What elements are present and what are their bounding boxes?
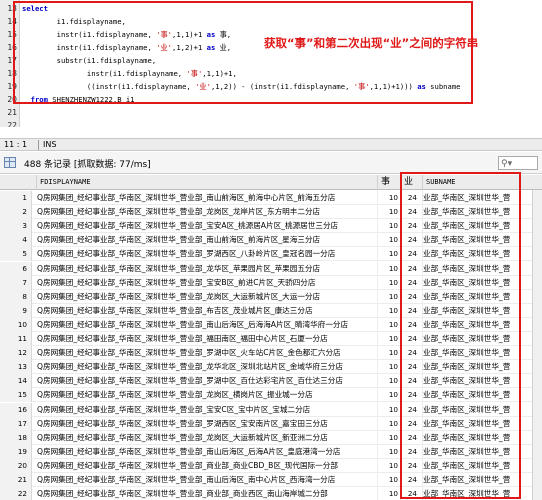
row-number-cell[interactable]: 17	[0, 416, 32, 431]
fdisplayname-cell[interactable]: Q房网集团_经纪事业部_华南区_深圳世华_营业部_布吉区_茂业城片区_康达三分店	[37, 304, 375, 318]
search-icon: ⚲▾	[501, 159, 513, 169]
shi-position-cell[interactable]: 10	[378, 205, 400, 219]
shi-position-cell[interactable]: 10	[378, 360, 400, 374]
fdisplayname-cell[interactable]: Q房网集团_经纪事业部_华南区_深圳世华_营业部_龙岗区_龙岸片区_东方明丰二分…	[37, 205, 375, 219]
header-corner	[0, 175, 37, 190]
line-number: 21	[7, 108, 17, 117]
shi-position-cell[interactable]: 10	[378, 417, 400, 431]
cursor-position: 11 : 1	[4, 140, 28, 149]
shi-position-cell[interactable]: 10	[378, 233, 400, 247]
row-number-cell[interactable]: 6	[0, 261, 32, 276]
shi-position-cell[interactable]: 10	[378, 374, 400, 388]
row-number-cell[interactable]: 19	[0, 444, 32, 459]
fdisplayname-cell[interactable]: Q房网集团_经纪事业部_华南区_深圳世华_营业部_南山后海区_后海海A片区_睛湾…	[37, 318, 375, 332]
shi-position-cell[interactable]: 10	[378, 304, 400, 318]
highlight-box-columns	[400, 172, 521, 499]
fdisplayname-cell[interactable]: Q房网集团_经纪事业部_华南区_深圳世华_营业部_龙岗区_大运新城片区_大运一分…	[37, 290, 375, 304]
shi-position-cell[interactable]: 10	[378, 332, 400, 346]
row-number-cell[interactable]: 14	[0, 374, 32, 389]
fdisplayname-cell[interactable]: Q房网集团_经纪事业部_华南区_深圳世华_营业部_福田南区_福田中心片区_石厦一…	[37, 332, 375, 346]
row-number-cell[interactable]: 21	[0, 473, 32, 488]
row-number-cell[interactable]: 18	[0, 430, 32, 445]
editor-status-bar: 11 : 1 INS	[0, 138, 542, 151]
fdisplayname-cell[interactable]: Q房网集团_经纪事业部_华南区_深圳世华_营业部_宝安A区_桃源居A片区_桃源居…	[37, 219, 375, 233]
row-number-cell[interactable]: 12	[0, 346, 32, 361]
fdisplayname-cell[interactable]: Q房网集团_经纪事业部_华南区_深圳世华_营业部_南山前海区_前海片区_星海三分…	[37, 233, 375, 247]
fdisplayname-cell[interactable]: Q房网集团_经纪事业部_华南区_深圳世华_营业部_龙华区_苹果园片区_苹果园五分…	[37, 262, 375, 276]
column-divider	[377, 190, 378, 500]
shi-position-cell[interactable]: 10	[378, 191, 400, 205]
insert-mode-indicator: INS	[43, 140, 57, 149]
fdisplayname-cell[interactable]: Q房网集团_经纪事业部_华南区_深圳世华_营业部_宝安C区_宝中片区_宝城二分店	[37, 403, 375, 417]
fdisplayname-cell[interactable]: Q房网集团_经纪事业部_华南区_深圳世华_营业部_宝安B区_前进C片区_天骄四分…	[37, 276, 375, 290]
shi-position-cell[interactable]: 10	[378, 487, 400, 500]
fdisplayname-cell[interactable]: Q房网集团_经纪事业部_华南区_深圳世华_营业部_商业部_商业西区_南山海岸城二…	[37, 487, 375, 500]
shi-position-cell[interactable]: 10	[378, 276, 400, 290]
fdisplayname-cell[interactable]: Q房网集团_经纪事业部_华南区_深圳世华_营业部_罗湖西区_八卦岭片区_皇冠名园…	[37, 247, 375, 261]
fdisplayname-cell[interactable]: Q房网集团_经纪事业部_华南区_深圳世华_营业部_南山后海区_后海A片区_皇庭港…	[37, 445, 375, 459]
shi-position-cell[interactable]: 10	[378, 290, 400, 304]
fdisplayname-cell[interactable]: Q房网集团_经纪事业部_华南区_深圳世华_营业部_罗湖中区_百仕达彩宅片区_百仕…	[37, 374, 375, 388]
row-number-cell[interactable]: 4	[0, 233, 32, 248]
shi-position-cell[interactable]: 10	[378, 262, 400, 276]
highlight-box-sql	[13, 1, 473, 104]
row-number-cell[interactable]: 1	[0, 191, 32, 206]
row-number-cell[interactable]: 5	[0, 247, 32, 262]
row-number-cell[interactable]: 11	[0, 332, 32, 347]
shi-position-cell[interactable]: 10	[378, 346, 400, 360]
shi-position-cell[interactable]: 10	[378, 247, 400, 261]
fdisplayname-cell[interactable]: Q房网集团_经纪事业部_华南区_深圳世华_营业部_龙岗区_横岗片区_振业城一分店	[37, 388, 375, 402]
column-header-shi[interactable]: 事	[378, 175, 401, 190]
fdisplayname-cell[interactable]: Q房网集团_经纪事业部_华南区_深圳世华_营业部_商业部_商业CBD_B区_现代…	[37, 459, 375, 473]
fdisplayname-cell[interactable]: Q房网集团_经纪事业部_华南区_深圳世华_营业部_南山前海区_前海中心片区_前海…	[37, 191, 375, 205]
grid-vertical-scrollbar[interactable]	[532, 190, 542, 500]
fdisplayname-cell[interactable]: Q房网集团_经纪事业部_华南区_深圳世华_营业部_罗湖西区_宝安南片区_嘉宝田三…	[37, 417, 375, 431]
row-number-cell[interactable]: 20	[0, 458, 32, 473]
shi-position-cell[interactable]: 10	[378, 388, 400, 402]
row-number-cell[interactable]: 7	[0, 275, 32, 290]
shi-position-cell[interactable]: 10	[378, 318, 400, 332]
row-number-cell[interactable]: 10	[0, 317, 32, 332]
row-number-cell[interactable]: 16	[0, 402, 32, 417]
row-number-cell[interactable]: 8	[0, 289, 32, 304]
fdisplayname-cell[interactable]: Q房网集团_经纪事业部_华南区_深圳世华_营业部_南山后海区_南中心片区_西海湾…	[37, 473, 375, 487]
column-header-fdisplayname[interactable]: FDISPLAYNAME	[37, 175, 378, 190]
shi-position-cell[interactable]: 10	[378, 459, 400, 473]
shi-position-cell[interactable]: 10	[378, 445, 400, 459]
row-number-cell[interactable]: 9	[0, 303, 32, 318]
annotation-label: 获取“事”和第二次出现“业”之间的字符串	[264, 36, 479, 50]
fdisplayname-cell[interactable]: Q房网集团_经纪事业部_华南区_深圳世华_营业部_罗湖中区_火车站C片区_金色都…	[37, 346, 375, 360]
shi-position-cell[interactable]: 10	[378, 219, 400, 233]
shi-position-cell[interactable]: 10	[378, 431, 400, 445]
line-number: 22	[7, 121, 17, 127]
status-divider	[38, 140, 39, 150]
row-number-cell[interactable]: 3	[0, 219, 32, 234]
grid-icon	[4, 157, 16, 168]
row-number-cell[interactable]: 15	[0, 388, 32, 403]
shi-position-cell[interactable]: 10	[378, 473, 400, 487]
row-number-cell[interactable]: 2	[0, 205, 32, 220]
sql-editor[interactable]: 131415161718192021222324 select i1.fdisp…	[0, 0, 542, 127]
row-number-cell[interactable]: 22	[0, 487, 32, 500]
filter-dropdown[interactable]: ⚲▾	[498, 156, 538, 170]
shi-position-cell[interactable]: 10	[378, 403, 400, 417]
row-number-cell[interactable]: 13	[0, 360, 32, 375]
results-toolbar: 488 条记录 [抓取数据: 77/ms] ⚲▾	[0, 152, 542, 174]
fdisplayname-cell[interactable]: Q房网集团_经纪事业部_华南区_深圳世华_营业部_龙华北区_深圳北站片区_金域华…	[37, 360, 375, 374]
record-count: 488 条记录 [抓取数据: 77/ms]	[24, 160, 151, 170]
fdisplayname-cell[interactable]: Q房网集团_经纪事业部_华南区_深圳世华_营业部_龙岗区_大运新城片区_新亚洲二…	[37, 431, 375, 445]
